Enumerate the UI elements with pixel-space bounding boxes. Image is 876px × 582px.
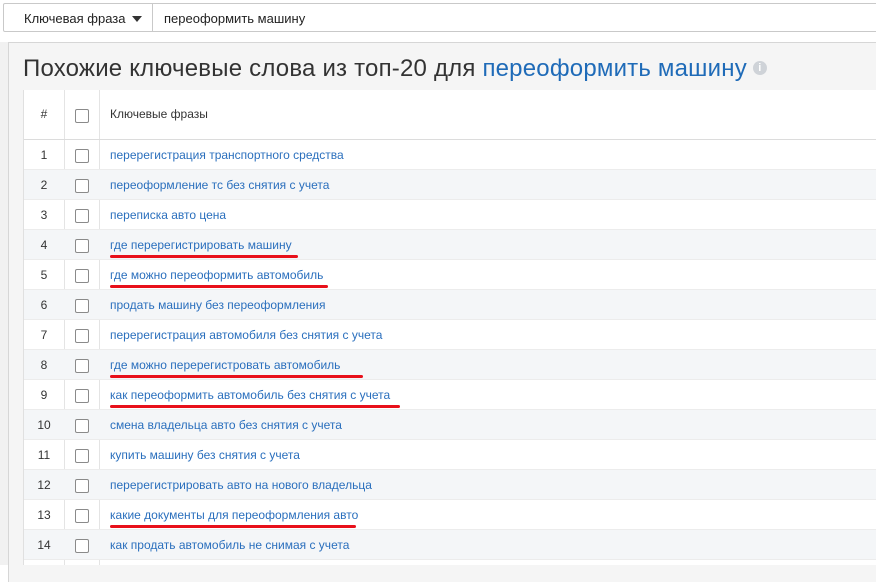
row-number: 14 xyxy=(37,538,51,552)
row-number: 6 xyxy=(40,298,48,312)
row-number: 8 xyxy=(40,358,48,372)
row-checkbox[interactable] xyxy=(75,539,89,553)
keyword-link[interactable]: продать машину без переоформления xyxy=(110,298,325,312)
row-number: 4 xyxy=(40,238,48,252)
table-row: 1 перерегистрация транспортного средства xyxy=(24,140,876,170)
keyword-link[interactable]: как продать автомобиль не снимая с учета xyxy=(110,538,349,552)
select-all-checkbox[interactable] xyxy=(75,109,89,123)
table-row: 12 перерегистрировать авто на нового вла… xyxy=(24,470,876,500)
row-number: 2 xyxy=(40,178,48,192)
chevron-down-icon xyxy=(132,16,142,22)
row-checkbox[interactable] xyxy=(75,179,89,193)
row-checkbox[interactable] xyxy=(75,359,89,373)
header-keyword-phrases[interactable]: Ключевые фразы xyxy=(110,107,208,121)
title-prefix: Похожие ключевые слова из топ-20 для xyxy=(23,55,476,82)
row-number: 5 xyxy=(40,268,48,282)
table-row: 7 перерегистрация автомобиля без снятия … xyxy=(24,320,876,350)
table-row: 11 купить машину без снятия с учета xyxy=(24,440,876,470)
title-keyword[interactable]: переоформить машину xyxy=(482,55,746,82)
page-title: Похожие ключевые слова из топ-20 для пер… xyxy=(23,55,767,83)
keyword-link[interactable]: смена владельца авто без снятия с учета xyxy=(110,418,342,432)
keyword-link[interactable]: где перерегистрировать машину xyxy=(110,238,292,252)
row-checkbox[interactable] xyxy=(75,509,89,523)
keyword-link[interactable]: перерегистрация транспортного средства xyxy=(110,148,344,162)
keyword-link[interactable]: какие документы для переоформления авто xyxy=(110,508,358,522)
row-number: 7 xyxy=(40,328,48,342)
table-row: 3 переписка авто цена xyxy=(24,200,876,230)
keyword-link[interactable]: как переоформить автомобиль без снятия с… xyxy=(110,388,390,402)
search-bar: Ключевая фраза переоформить машину xyxy=(0,0,876,42)
keywords-table: # Ключевые фразы 1 перерегистрация транс… xyxy=(23,90,876,565)
row-number: 12 xyxy=(37,478,51,492)
row-checkbox[interactable] xyxy=(75,299,89,313)
table-header: # Ключевые фразы xyxy=(24,90,876,140)
info-icon[interactable]: i xyxy=(752,60,767,75)
table-row: 2 переоформление тс без снятия с учета xyxy=(24,170,876,200)
row-number: 3 xyxy=(40,208,48,222)
row-checkbox[interactable] xyxy=(75,329,89,343)
underline-annotation xyxy=(110,405,400,408)
row-checkbox[interactable] xyxy=(75,239,89,253)
search-input[interactable]: переоформить машину xyxy=(152,3,876,32)
background-panel xyxy=(0,42,8,565)
keyword-link[interactable]: переписка авто цена xyxy=(110,208,226,222)
row-number: 13 xyxy=(37,508,51,522)
underline-annotation xyxy=(110,285,328,288)
phrase-type-label: Ключевая фраза xyxy=(24,11,126,26)
underline-annotation xyxy=(110,525,356,528)
row-checkbox[interactable] xyxy=(75,149,89,163)
keyword-link[interactable]: перерегистрация автомобиля без снятия с … xyxy=(110,328,382,342)
header-number: # xyxy=(40,107,48,121)
keyword-link[interactable]: где можно переоформить автомобиль xyxy=(110,268,323,282)
row-number: 1 xyxy=(40,148,48,162)
underline-annotation xyxy=(110,375,363,378)
row-checkbox[interactable] xyxy=(75,209,89,223)
row-checkbox[interactable] xyxy=(75,479,89,493)
keyword-link[interactable]: купить машину без снятия с учета xyxy=(110,448,300,462)
keyword-link[interactable]: переоформление тс без снятия с учета xyxy=(110,178,329,192)
keyword-link[interactable]: перерегистрировать авто на нового владел… xyxy=(110,478,372,492)
underline-annotation xyxy=(110,255,298,258)
row-checkbox[interactable] xyxy=(75,449,89,463)
search-value: переоформить машину xyxy=(164,11,306,26)
row-checkbox[interactable] xyxy=(75,419,89,433)
row-number: 11 xyxy=(37,448,51,462)
table-row: 6 продать машину без переоформления xyxy=(24,290,876,320)
row-number: 9 xyxy=(40,388,48,402)
table-row: 14 как продать автомобиль не снимая с уч… xyxy=(24,530,876,560)
row-checkbox[interactable] xyxy=(75,269,89,283)
row-checkbox[interactable] xyxy=(75,389,89,403)
row-number: 10 xyxy=(37,418,51,432)
table-row: 10 смена владельца авто без снятия с уче… xyxy=(24,410,876,440)
phrase-type-dropdown[interactable]: Ключевая фраза xyxy=(3,3,153,32)
keyword-link[interactable]: где можно перерегистровать автомобиль xyxy=(110,358,340,372)
